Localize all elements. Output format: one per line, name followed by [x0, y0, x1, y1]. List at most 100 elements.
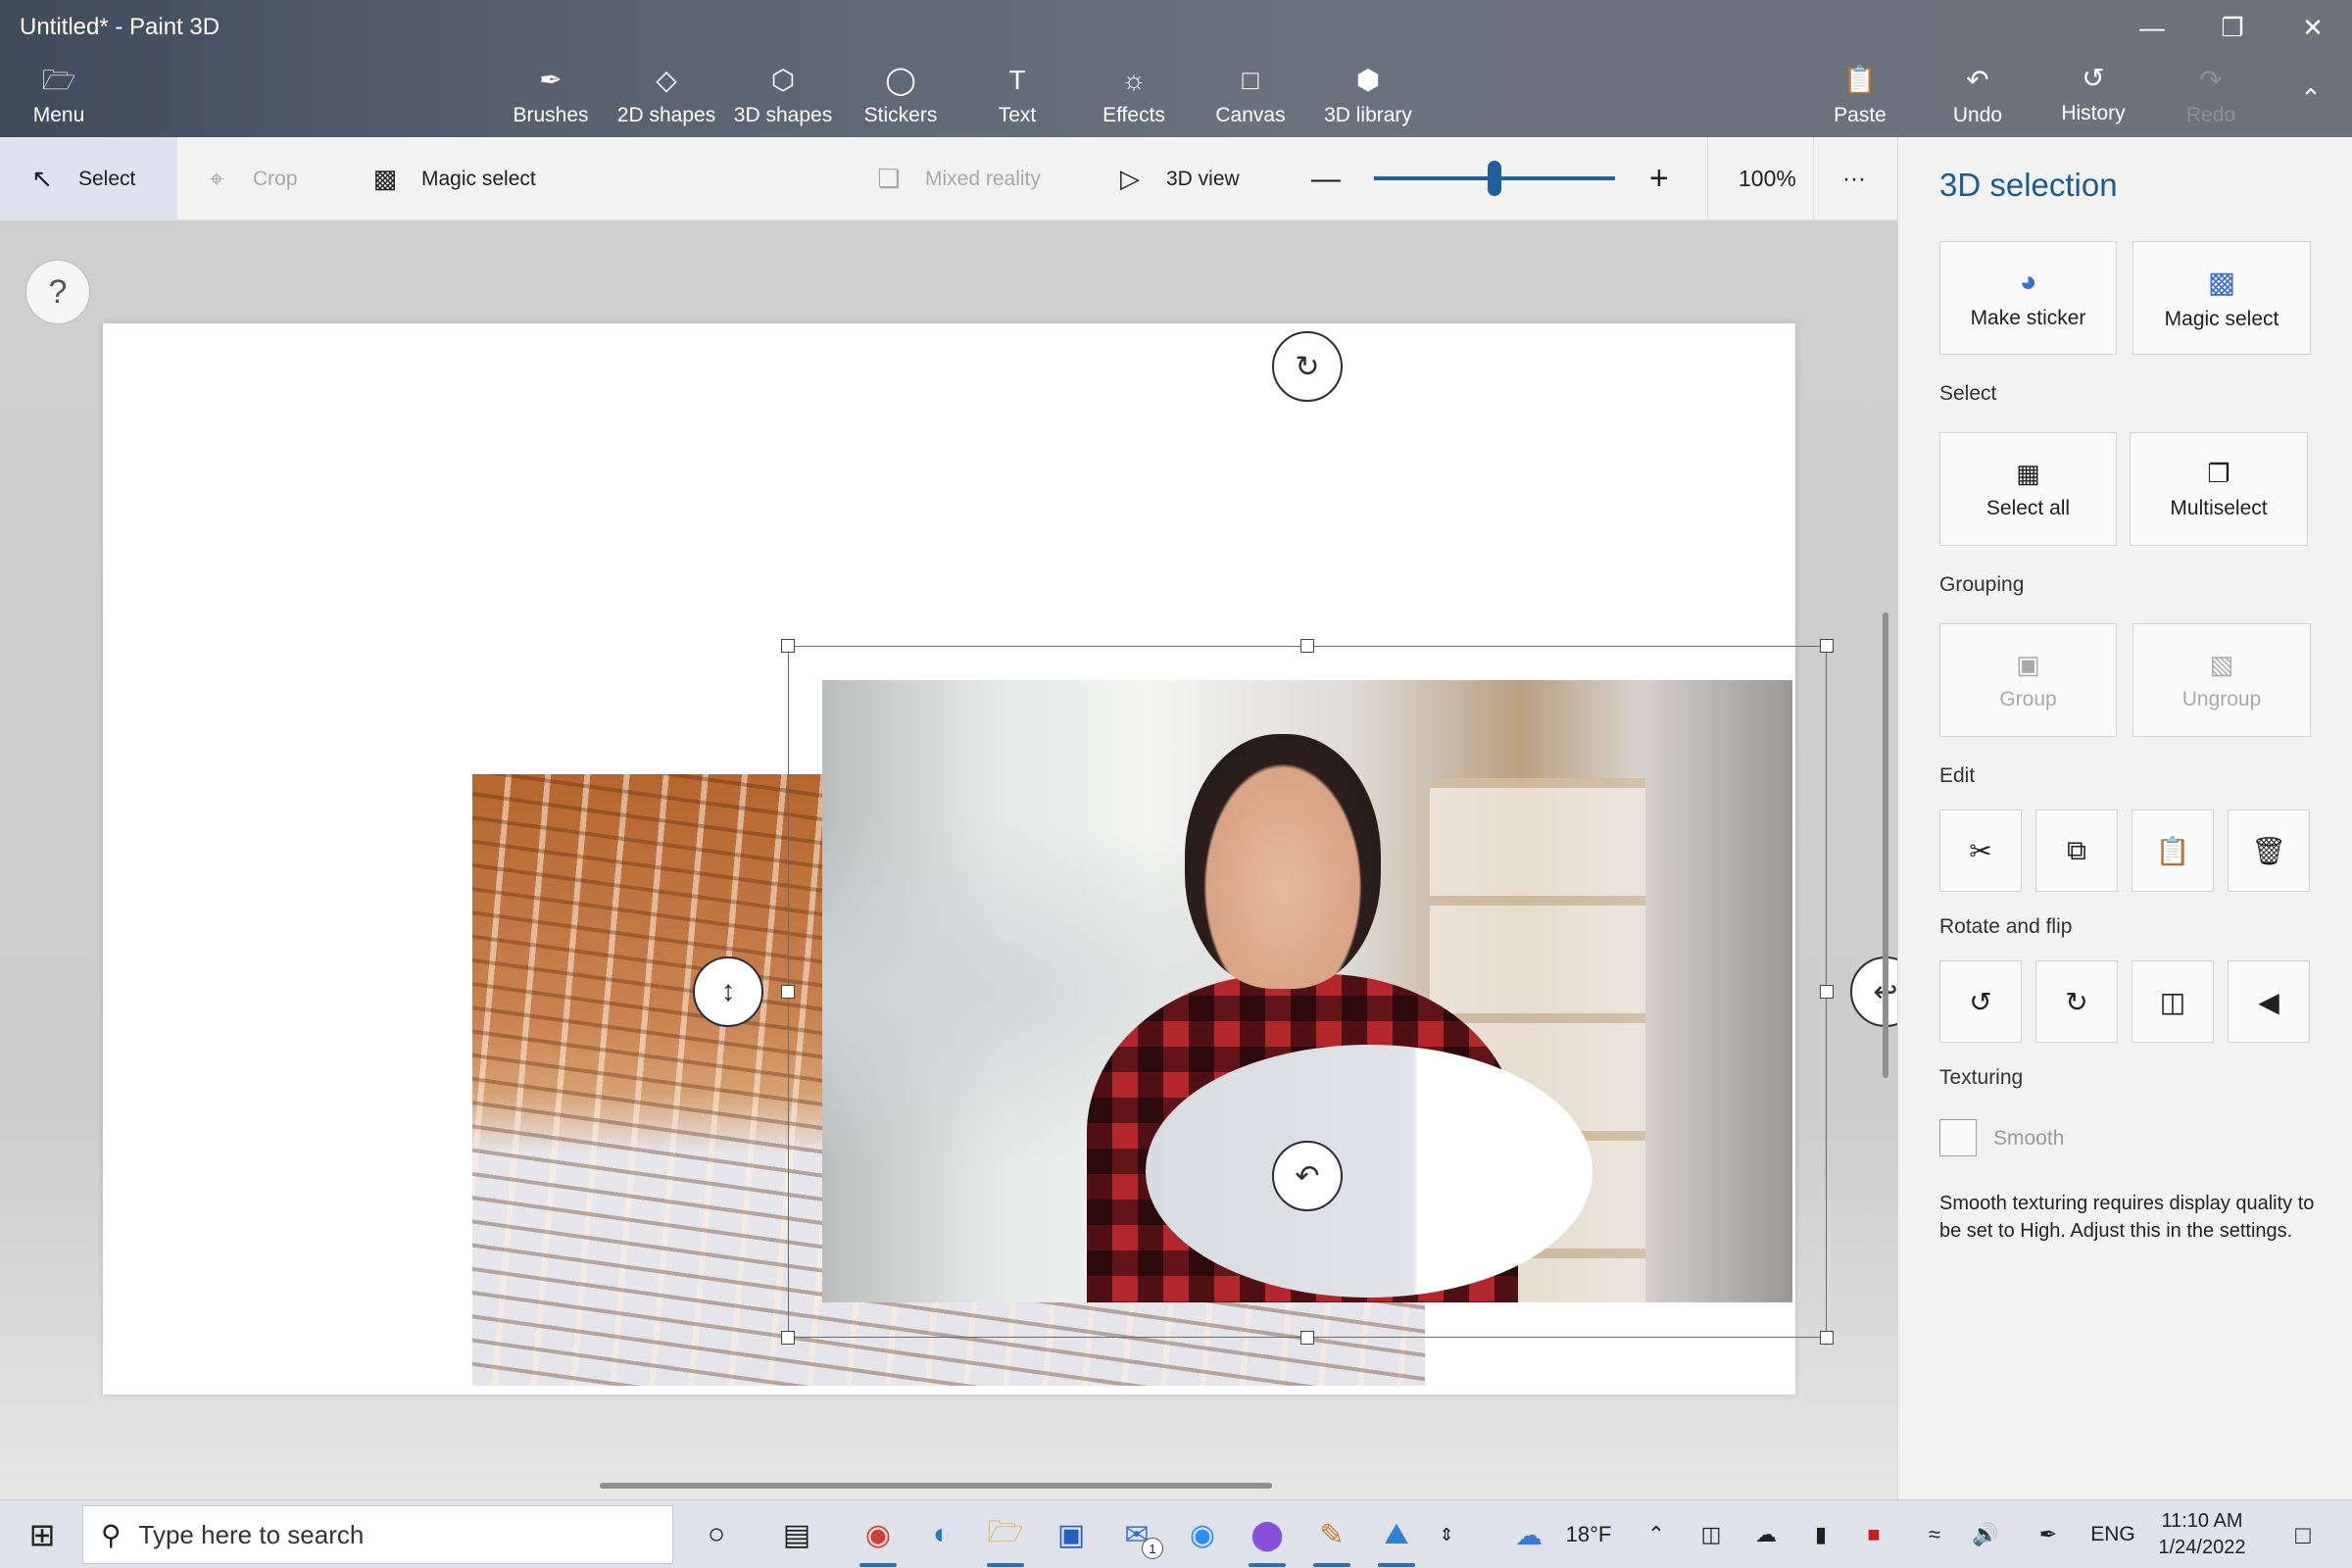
help-button[interactable]: ?: [25, 260, 90, 324]
search-placeholder: Type here to search: [138, 1519, 365, 1549]
windows-start-icon[interactable]: ⊞: [10, 1500, 74, 1568]
3d-library-button[interactable]: ⬢ 3D library: [1309, 61, 1427, 137]
canvas-workspace[interactable]: ? ↻ ↕ ↩ ↶: [0, 220, 1897, 1499]
taskbar-search-box[interactable]: ⚲ Type here to search: [82, 1505, 673, 1564]
rotate-z-icon[interactable]: ↻: [1272, 331, 1343, 402]
resize-handle-top-right[interactable]: [1820, 639, 1834, 653]
cut-button[interactable]: ✂: [1939, 809, 2022, 892]
temperature[interactable]: 18°F: [1558, 1500, 1619, 1568]
notifications-icon[interactable]: □: [2274, 1500, 2332, 1568]
panel-magic-select-button[interactable]: ▩ Magic select: [2132, 241, 2311, 355]
weather-icon[interactable]: ☁: [1499, 1500, 1558, 1568]
meet-now-icon[interactable]: ◫: [1691, 1500, 1731, 1568]
canvas-button[interactable]: □ Canvas: [1192, 61, 1309, 137]
2d-shapes-button[interactable]: ◇ 2D shapes: [608, 61, 725, 137]
ungroup-button[interactable]: ▧ Ungroup: [2132, 623, 2311, 737]
paste-panel-button[interactable]: 📋: [2132, 809, 2214, 892]
photos-icon[interactable]: ⛰: [1366, 1500, 1427, 1568]
select-all-button[interactable]: ▦ Select all: [1939, 432, 2117, 546]
volume-icon[interactable]: 🔊: [1966, 1500, 2005, 1568]
effects-button[interactable]: ☼ Effects: [1075, 61, 1193, 137]
horizontal-scrollbar[interactable]: [600, 1483, 1272, 1489]
history-button[interactable]: ↺ History: [2034, 59, 2152, 135]
clipboard-icon: 📋: [2155, 835, 2190, 866]
edge-icon[interactable]: ◐: [911, 1500, 972, 1568]
group-button[interactable]: ▣ Group: [1939, 623, 2117, 737]
3d-view-toggle[interactable]: ▷ 3D view: [1115, 137, 1240, 220]
depth-move-icon[interactable]: ↕: [693, 956, 763, 1027]
task-view-icon[interactable]: ▤: [766, 1500, 827, 1568]
select-all-icon: ▦: [2016, 458, 2040, 488]
more-options-button[interactable]: ···: [1842, 137, 1866, 220]
mixed-reality-label: Mixed reality: [925, 167, 1041, 190]
brushes-button[interactable]: ✒ Brushes: [492, 61, 610, 137]
menu-button[interactable]: 🗁 Menu: [0, 61, 118, 137]
clock-date: 1/24/2022: [2158, 1537, 2246, 1558]
select-tool[interactable]: ↖ Select: [0, 137, 177, 220]
selection-box[interactable]: [788, 646, 1827, 1338]
resize-handle-left[interactable]: [781, 985, 795, 999]
redo-label: Redo: [2185, 104, 2236, 126]
zoom-app-icon[interactable]: ◉: [1172, 1500, 1233, 1568]
clipboard-icon: 📋: [1842, 65, 1878, 95]
resize-handle-top[interactable]: [1300, 639, 1314, 653]
flip-horizontal-button[interactable]: ◫: [2132, 960, 2214, 1043]
magic-select-icon: ▩: [2207, 266, 2236, 299]
zoom-slider-thumb[interactable]: [1488, 161, 1501, 196]
paint-3d-taskbar-icon[interactable]: ⬤: [1237, 1500, 1298, 1568]
vertical-scrollbar[interactable]: [1883, 612, 1888, 1078]
rotate-y-icon[interactable]: ↩: [1850, 956, 1897, 1027]
file-explorer-icon[interactable]: 🗁: [975, 1500, 1036, 1568]
resize-handle-right[interactable]: [1820, 985, 1834, 999]
system-clock[interactable]: 11:10 AM 1/24/2022: [2138, 1508, 2266, 1561]
magic-select-tool[interactable]: ▩ Magic select: [370, 137, 536, 220]
rotate-left-button[interactable]: ↺: [1939, 960, 2022, 1043]
pen-icon[interactable]: ✒: [2027, 1500, 2070, 1568]
onedrive-icon[interactable]: ☁: [1744, 1500, 1788, 1568]
rotate-flip-section-label: Rotate and flip: [1939, 915, 2073, 938]
make-sticker-button[interactable]: ◕ Make sticker: [1939, 241, 2117, 355]
cortana-icon[interactable]: ○: [686, 1500, 747, 1568]
battery-icon[interactable]: ▮: [1801, 1500, 1840, 1568]
network-icon[interactable]: ≈: [1915, 1500, 1954, 1568]
magic-select-icon: ▩: [372, 164, 398, 193]
text-button[interactable]: T Text: [958, 61, 1076, 137]
chrome-icon[interactable]: ◉: [848, 1500, 908, 1568]
security-icon[interactable]: ■: [1854, 1500, 1893, 1568]
stickers-button[interactable]: ◯ Stickers: [842, 61, 959, 137]
smooth-checkbox[interactable]: [1939, 1119, 1977, 1156]
resize-handle-bottom[interactable]: [1300, 1331, 1314, 1345]
mail-icon[interactable]: ✉ 1: [1106, 1500, 1167, 1568]
redo-button[interactable]: ↷ Redo: [2152, 61, 2270, 137]
zoom-in-button[interactable]: +: [1649, 137, 1669, 220]
paint-icon[interactable]: ✎: [1301, 1500, 1362, 1568]
resize-handle-bottom-right[interactable]: [1820, 1331, 1834, 1345]
restore-icon[interactable]: ❐: [2193, 8, 2272, 47]
paste-button[interactable]: 📋 Paste: [1801, 61, 1919, 137]
collapse-ribbon-icon[interactable]: ⌃: [2272, 78, 2350, 118]
rotate-right-button[interactable]: ↻: [2035, 960, 2118, 1043]
crop-tool[interactable]: ⌖ Crop: [202, 137, 298, 220]
text-icon: T: [1008, 65, 1026, 95]
delete-button[interactable]: 🗑: [2228, 809, 2310, 892]
flip-vertical-button[interactable]: ◀: [2228, 960, 2310, 1043]
2d-shapes-label: 2D shapes: [616, 104, 716, 126]
mixed-reality-tool[interactable]: ❏ Mixed reality: [874, 137, 1041, 220]
rotate-x-icon[interactable]: ↶: [1272, 1141, 1343, 1211]
3d-view-icon: ▷: [1120, 164, 1140, 193]
resize-handle-bottom-left[interactable]: [781, 1331, 795, 1345]
window-title: Untitled* - Paint 3D: [20, 14, 220, 40]
undo-button[interactable]: ↶ Undo: [1919, 61, 2036, 137]
close-icon[interactable]: ✕: [2274, 8, 2352, 47]
3d-shapes-button[interactable]: ⬡ 3D shapes: [724, 61, 842, 137]
language-indicator[interactable]: ENG: [2085, 1500, 2140, 1568]
taskbar-overflow-icon[interactable]: ⇕: [1427, 1500, 1466, 1568]
zoom-out-button[interactable]: —: [1311, 137, 1341, 220]
resize-handle-top-left[interactable]: [781, 639, 795, 653]
zoom-level[interactable]: 100%: [1739, 137, 1796, 220]
multiselect-button[interactable]: ❐ Multiselect: [2130, 432, 2308, 546]
copy-button[interactable]: ⧉: [2035, 809, 2118, 892]
store-icon[interactable]: ▣: [1041, 1500, 1102, 1568]
show-hidden-icons[interactable]: ⌃: [1635, 1500, 1678, 1568]
minimize-icon[interactable]: —: [2113, 8, 2191, 47]
